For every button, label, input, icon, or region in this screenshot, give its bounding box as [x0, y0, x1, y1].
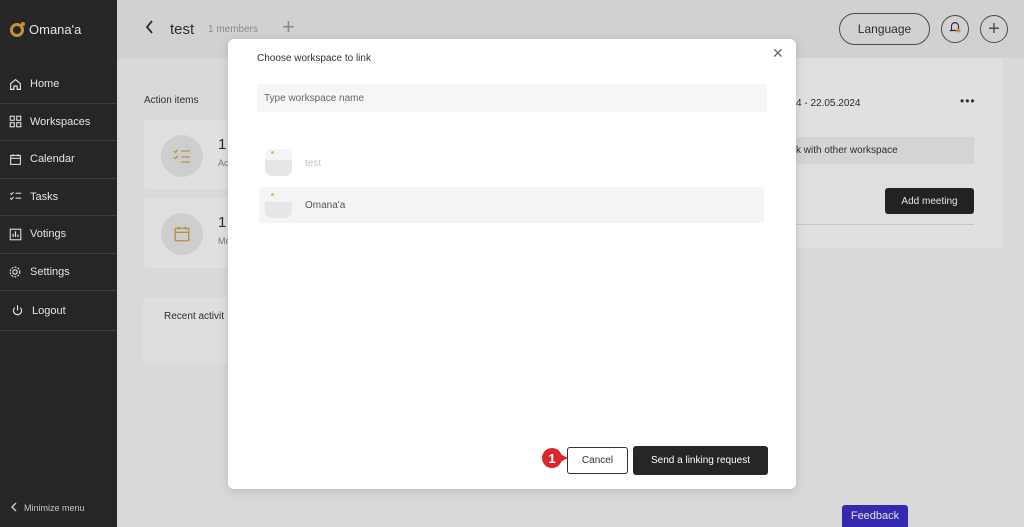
workspace-avatar [265, 191, 292, 218]
send-linking-request-button[interactable]: Send a linking request [633, 446, 768, 475]
workspace-option-name: test [305, 157, 322, 169]
modal-title: Choose workspace to link [257, 53, 371, 64]
workspace-avatar [265, 149, 292, 176]
close-icon[interactable]: ✕ [772, 45, 784, 62]
workspace-search-input[interactable] [257, 84, 767, 112]
link-workspace-modal: Choose workspace to link ✕ test Omana'a … [228, 39, 796, 489]
step-marker-arrow-icon [560, 454, 568, 462]
workspace-option[interactable]: test [259, 145, 764, 181]
workspace-option[interactable]: Omana'a [259, 187, 764, 223]
cancel-button[interactable]: Cancel [567, 447, 628, 474]
workspace-option-name: Omana'a [305, 199, 346, 211]
step-marker-badge: 1 [542, 448, 562, 468]
